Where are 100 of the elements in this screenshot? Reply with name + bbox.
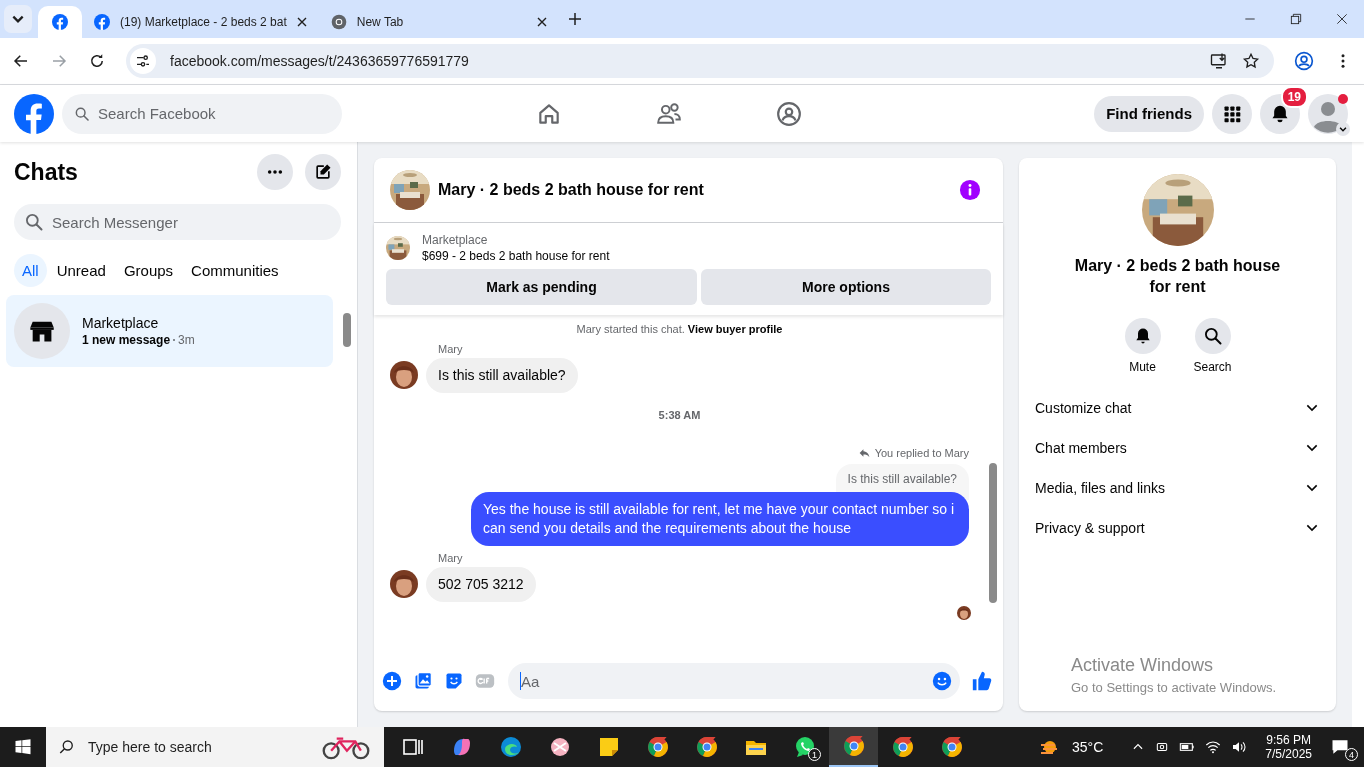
plus-icon[interactable] bbox=[382, 671, 402, 691]
filter-tab[interactable]: Unread bbox=[48, 254, 114, 287]
facebook-icon bbox=[52, 14, 68, 30]
search-field[interactable]: Search Messenger bbox=[14, 204, 341, 240]
forward-icon[interactable] bbox=[50, 52, 68, 70]
temperature: 35°C bbox=[1072, 739, 1104, 755]
tab-search-caret-icon[interactable] bbox=[4, 5, 32, 33]
clock[interactable]: 9:56 PM 7/5/2025 bbox=[1265, 733, 1312, 761]
reply-context: You replied to Mary bbox=[857, 446, 969, 460]
sticker-icon[interactable] bbox=[444, 671, 464, 691]
new-tab-icon[interactable] bbox=[568, 13, 581, 25]
groups-icon[interactable] bbox=[776, 100, 803, 127]
profile-link[interactable]: View buyer profile bbox=[687, 323, 783, 335]
wifi-icon[interactable] bbox=[1205, 739, 1222, 755]
activation-note: Go to Settings to activate Windows. bbox=[1071, 680, 1278, 695]
profile-icon[interactable] bbox=[1294, 51, 1314, 71]
search-icon bbox=[1202, 325, 1223, 346]
message-field[interactable]: Aa bbox=[508, 663, 960, 699]
action-button[interactable]: Mark as pending bbox=[386, 269, 697, 305]
notifications-button[interactable] bbox=[1260, 93, 1300, 134]
windows-start-icon[interactable] bbox=[14, 738, 32, 756]
conversation-item[interactable]: Marketplace 1 new message 3m bbox=[6, 295, 333, 367]
caret-icon[interactable] bbox=[1336, 121, 1350, 136]
taskbar-app[interactable]: 1 bbox=[780, 727, 829, 767]
browser-tab[interactable]: New Tab bbox=[318, 6, 559, 38]
chrome-icon bbox=[330, 14, 347, 30]
app-badge: 1 bbox=[808, 748, 821, 761]
chat-bubble-icon bbox=[1330, 737, 1350, 757]
taskbar-app[interactable] bbox=[829, 727, 878, 767]
restore-icon[interactable] bbox=[1288, 11, 1304, 27]
scrollbar[interactable] bbox=[989, 463, 997, 603]
taskbar-search-field[interactable]: Type here to search bbox=[46, 727, 384, 767]
chat-title: Mary · 2 beds 2 bath house for rent bbox=[438, 181, 704, 199]
close-icon[interactable] bbox=[296, 17, 307, 27]
like-icon[interactable] bbox=[971, 670, 993, 692]
camera-icon[interactable] bbox=[1155, 740, 1170, 754]
friends-icon[interactable] bbox=[656, 100, 683, 127]
conversation-name: Marketplace bbox=[82, 315, 160, 331]
bookmark-star-icon[interactable] bbox=[1242, 52, 1260, 70]
browser-tab[interactable] bbox=[38, 6, 82, 38]
site-settings-icon[interactable] bbox=[130, 48, 156, 74]
section-row[interactable]: Media, files and links bbox=[1035, 469, 1320, 506]
system-message: Mary started this chat. View buyer profile bbox=[576, 323, 783, 335]
compose-icon bbox=[313, 162, 333, 182]
avatar bbox=[390, 570, 418, 599]
facebook-logo[interactable] bbox=[14, 93, 54, 134]
options-button[interactable] bbox=[257, 154, 293, 190]
section-row[interactable]: Chat members bbox=[1035, 429, 1320, 466]
edge-icon bbox=[498, 735, 523, 759]
mute-button[interactable] bbox=[1124, 317, 1161, 354]
close-icon[interactable] bbox=[1334, 11, 1350, 27]
browser-tab[interactable]: (19) Marketplace - 2 beds 2 bat bbox=[82, 6, 319, 38]
message-bubble: 502 705 3212 bbox=[426, 566, 536, 602]
action-label: Mute bbox=[1129, 359, 1156, 374]
install-app-icon[interactable] bbox=[1210, 52, 1228, 70]
action-button[interactable]: More options bbox=[700, 269, 991, 305]
section-row[interactable]: Customize chat bbox=[1035, 389, 1320, 426]
timestamp: 5:38 AM bbox=[658, 408, 701, 421]
more-icon bbox=[267, 170, 283, 174]
close-icon[interactable] bbox=[536, 17, 547, 27]
chrome-icon bbox=[939, 735, 964, 759]
image-icon[interactable] bbox=[413, 671, 433, 691]
store-avatar-icon bbox=[14, 303, 70, 359]
chrome-icon bbox=[890, 735, 915, 759]
filter-tab[interactable]: All bbox=[14, 254, 47, 287]
new-message-button[interactable] bbox=[305, 154, 341, 190]
reload-icon[interactable] bbox=[88, 52, 106, 70]
section-row[interactable]: Privacy & support bbox=[1035, 509, 1320, 546]
back-icon[interactable] bbox=[12, 52, 30, 70]
scrollbar[interactable] bbox=[1352, 142, 1364, 727]
menu-button[interactable] bbox=[1212, 93, 1252, 134]
message-bubble: Yes the house is still available for rent, let me have your contact number so i can send you details and the requirements about the house bbox=[471, 491, 969, 546]
action-label: Search bbox=[1193, 359, 1232, 374]
sidebar-title: Chats bbox=[14, 158, 78, 186]
message-bubble: Is this still available? bbox=[426, 358, 578, 393]
sender-name: Mary bbox=[438, 551, 464, 564]
volume-icon[interactable] bbox=[1231, 739, 1248, 755]
chrome-icon bbox=[645, 735, 670, 759]
facebook-icon bbox=[94, 14, 110, 30]
avatar bbox=[390, 361, 418, 390]
address-bar[interactable]: facebook.com/messages/t/24363659776591779 bbox=[126, 44, 1274, 78]
filter-tab[interactable]: Communities bbox=[183, 254, 287, 287]
status-dot bbox=[1338, 93, 1348, 104]
bell-icon bbox=[1270, 103, 1290, 124]
info-icon[interactable] bbox=[959, 179, 981, 201]
chrome-icon bbox=[841, 734, 866, 758]
emoji-icon[interactable] bbox=[932, 671, 952, 691]
listing-title: $699 - 2 beds 2 bath house for rent bbox=[422, 249, 610, 263]
search-icon bbox=[58, 738, 76, 756]
search-button[interactable] bbox=[1194, 317, 1231, 354]
find-friends-button[interactable]: Find friends bbox=[1094, 95, 1204, 132]
notification-badge: 19 bbox=[1280, 85, 1308, 108]
search-field[interactable]: Search Facebook bbox=[62, 93, 342, 134]
filter-tab[interactable]: Groups bbox=[115, 254, 182, 287]
seen-avatar bbox=[957, 605, 971, 620]
search-icon bbox=[74, 105, 90, 122]
listing-label: Marketplace bbox=[422, 233, 489, 247]
scrollbar[interactable] bbox=[343, 313, 351, 347]
conversation-preview: 1 new message 3m bbox=[82, 333, 195, 347]
search-icon bbox=[24, 212, 44, 232]
